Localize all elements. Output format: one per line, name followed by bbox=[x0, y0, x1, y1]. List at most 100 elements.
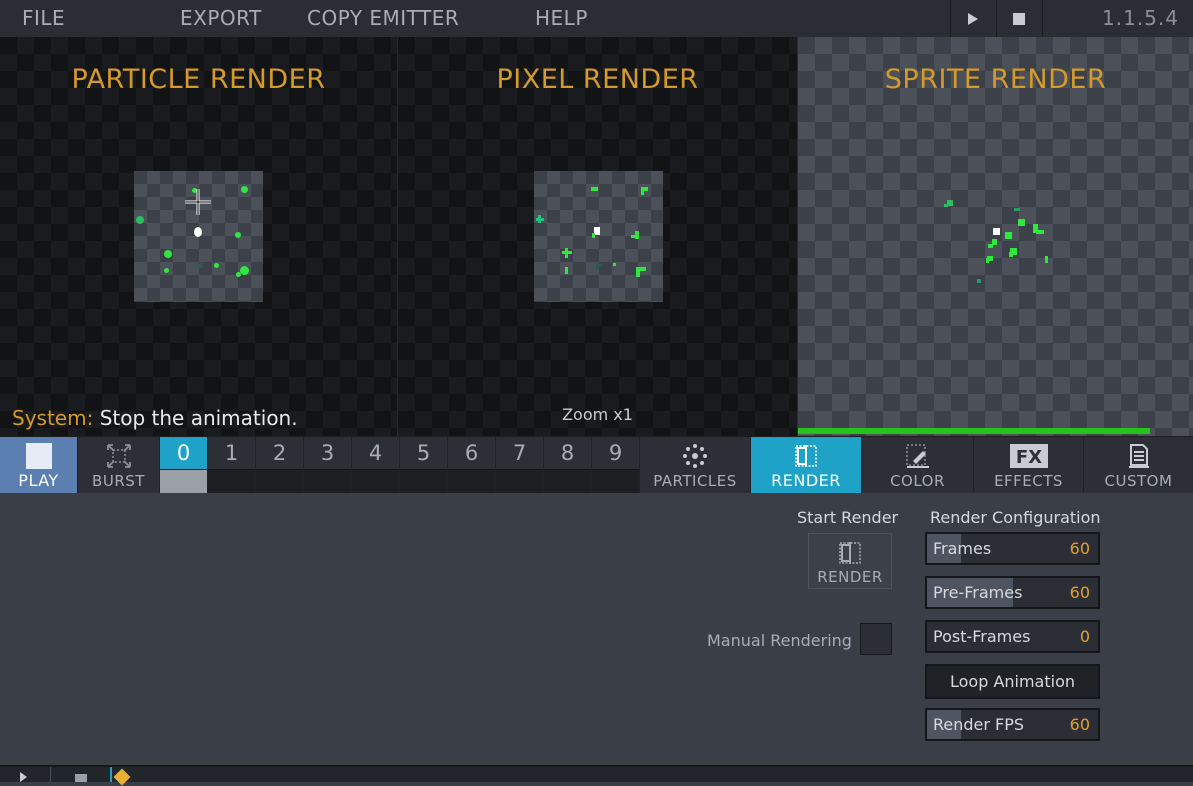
toolbar: PLAY BURST 0123456789 PARTICLES RENDER C… bbox=[0, 436, 1193, 494]
emitter-slot-number: 5 bbox=[400, 437, 447, 469]
start-render-label: RENDER bbox=[817, 568, 883, 586]
emitter-slot-swatch bbox=[592, 469, 639, 494]
pre-frames-label: Pre-Frames bbox=[933, 583, 1023, 602]
emitter-slot-swatch bbox=[304, 469, 351, 494]
play-label: PLAY bbox=[18, 471, 59, 490]
start-render-heading: Start Render bbox=[797, 508, 899, 527]
emitter-slot-number: 8 bbox=[544, 437, 591, 469]
timeline-play-icon[interactable] bbox=[20, 772, 27, 782]
emitter-slot-2[interactable]: 2 bbox=[256, 437, 304, 494]
timeline-stop-icon[interactable] bbox=[75, 774, 87, 782]
emitter-slot-number: 0 bbox=[160, 437, 207, 469]
render-fps-field[interactable]: Render FPS 60 bbox=[925, 708, 1100, 741]
svg-text:FX: FX bbox=[1015, 447, 1041, 468]
custom-label: CUSTOM bbox=[1104, 472, 1173, 490]
sprite-particle bbox=[977, 279, 981, 283]
render-fps-value: 60 bbox=[1069, 715, 1090, 734]
emitter-slot-number: 1 bbox=[208, 437, 255, 469]
sprite-particle bbox=[1036, 230, 1044, 234]
menu-copy-emitter[interactable]: COPY EMITTER bbox=[307, 6, 459, 30]
emitter-slot-swatch bbox=[352, 469, 399, 494]
crosshair-cursor-icon bbox=[185, 189, 211, 215]
post-frames-field[interactable]: Post-Frames 0 bbox=[925, 620, 1100, 653]
menu-export[interactable]: EXPORT bbox=[180, 6, 262, 30]
particle bbox=[235, 232, 241, 238]
keyframe-icon[interactable] bbox=[113, 768, 131, 786]
custom-tab[interactable]: CUSTOM bbox=[1084, 437, 1193, 493]
play-square-icon bbox=[25, 443, 52, 469]
emitter-slot-number: 3 bbox=[304, 437, 351, 469]
emitter-slot-7[interactable]: 7 bbox=[496, 437, 544, 494]
emitter-slot-8[interactable]: 8 bbox=[544, 437, 592, 494]
particle bbox=[236, 272, 241, 277]
particles-label: PARTICLES bbox=[653, 472, 737, 490]
play-button-top[interactable] bbox=[950, 0, 995, 37]
particle bbox=[596, 264, 599, 270]
sprite-particle bbox=[986, 258, 989, 263]
burst-button[interactable]: BURST bbox=[78, 437, 160, 493]
emitter-slot-5[interactable]: 5 bbox=[400, 437, 448, 494]
emitter-slot-swatch bbox=[544, 469, 591, 494]
emitter-slot-swatch bbox=[208, 469, 255, 494]
particles-tab[interactable]: PARTICLES bbox=[640, 437, 751, 493]
menu-file[interactable]: FILE bbox=[22, 6, 65, 30]
sprite-render-viewport[interactable]: SPRITE RENDER bbox=[798, 37, 1193, 436]
particle-render-title: PARTICLE RENDER bbox=[71, 64, 326, 95]
play-button[interactable]: PLAY bbox=[0, 437, 78, 493]
frames-field[interactable]: Frames 60 bbox=[925, 532, 1100, 565]
render-icon bbox=[839, 542, 861, 564]
sprite-particle bbox=[1014, 208, 1020, 211]
particle bbox=[565, 248, 568, 258]
status-text: Stop the animation. bbox=[99, 406, 298, 430]
loop-animation-button[interactable]: Loop Animation bbox=[925, 664, 1100, 699]
timeline[interactable] bbox=[0, 765, 1193, 786]
menu-bar: FILE EXPORT COPY EMITTER HELP 1.1.5.4 bbox=[0, 0, 1193, 38]
effects-tab[interactable]: FX EFFECTS bbox=[974, 437, 1084, 493]
render-label: RENDER bbox=[771, 471, 841, 490]
pre-frames-value: 60 bbox=[1069, 583, 1090, 602]
pixel-render-title: PIXEL RENDER bbox=[496, 64, 699, 95]
fx-icon: FX bbox=[1009, 444, 1048, 468]
particle bbox=[538, 215, 541, 223]
emitter-slot-6[interactable]: 6 bbox=[448, 437, 496, 494]
emitter-slot-swatch bbox=[496, 469, 543, 494]
emitter-slot-0[interactable]: 0 bbox=[160, 437, 208, 494]
particle bbox=[198, 263, 203, 268]
render-tab[interactable]: RENDER bbox=[751, 437, 862, 493]
particle-render-viewport[interactable]: PARTICLE RENDER System: Stop the animati… bbox=[0, 37, 397, 436]
post-frames-value: 0 bbox=[1079, 627, 1090, 646]
emitter-slot-3[interactable]: 3 bbox=[304, 437, 352, 494]
particle bbox=[631, 235, 639, 238]
emitter-slot-1[interactable]: 1 bbox=[208, 437, 256, 494]
menu-help[interactable]: HELP bbox=[535, 6, 588, 30]
sprite-particle bbox=[1009, 252, 1013, 257]
render-icon bbox=[795, 445, 817, 467]
sprite-particle bbox=[1005, 232, 1012, 239]
color-tab[interactable]: COLOR bbox=[862, 437, 974, 493]
emitter-slot-swatch bbox=[160, 469, 207, 494]
status-label: System: bbox=[12, 406, 94, 430]
emitter-slot-4[interactable]: 4 bbox=[352, 437, 400, 494]
sprite-render-title: SPRITE RENDER bbox=[884, 64, 1107, 95]
sprite-particle bbox=[993, 228, 1000, 235]
post-frames-label: Post-Frames bbox=[933, 627, 1031, 646]
stop-button-top[interactable] bbox=[996, 0, 1041, 37]
particle bbox=[240, 266, 249, 275]
version-label: 1.1.5.4 bbox=[1042, 0, 1193, 37]
emitter-slot-number: 2 bbox=[256, 437, 303, 469]
manual-rendering-checkbox[interactable] bbox=[860, 623, 892, 655]
emitter-slot-number: 7 bbox=[496, 437, 543, 469]
frames-label: Frames bbox=[933, 539, 992, 558]
color-label: COLOR bbox=[890, 472, 945, 490]
custom-document-icon bbox=[1128, 444, 1149, 468]
particle bbox=[194, 227, 202, 237]
pre-frames-field[interactable]: Pre-Frames 60 bbox=[925, 576, 1100, 609]
emitter-slot-number: 4 bbox=[352, 437, 399, 469]
emitter-slot-number: 6 bbox=[448, 437, 495, 469]
burst-icon bbox=[106, 444, 131, 468]
pixel-render-viewport[interactable]: PIXEL RENDER Zoom x1 bbox=[398, 37, 797, 436]
particle bbox=[164, 268, 169, 273]
start-render-button[interactable]: RENDER bbox=[808, 533, 892, 589]
emitter-slot-9[interactable]: 9 bbox=[592, 437, 640, 494]
emitter-area bbox=[534, 171, 663, 302]
